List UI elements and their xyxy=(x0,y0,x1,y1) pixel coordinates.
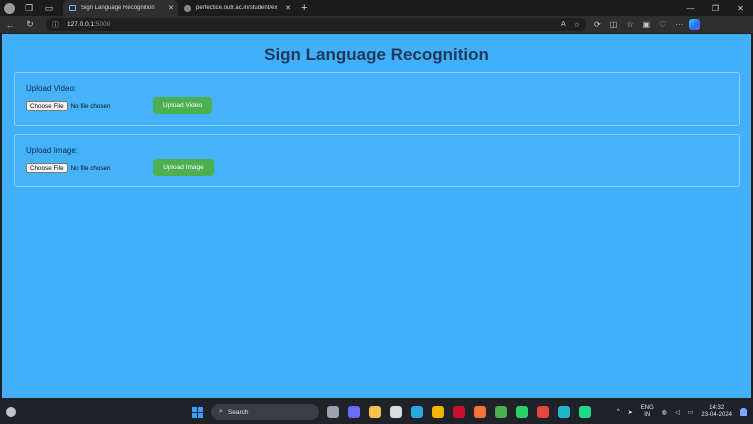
meet-app-icon[interactable] xyxy=(348,406,360,418)
tab-perfectice[interactable]: perfectice.outr.ac.in/student/ex ✕ xyxy=(178,0,295,16)
choose-image-file-button[interactable]: Choose File xyxy=(26,163,68,173)
clock-date: 23-04-2024 xyxy=(701,412,732,418)
minimize-icon[interactable]: — xyxy=(678,4,703,13)
upload-video-button[interactable]: Upload Video xyxy=(153,97,212,114)
address-host: 127.0.0.1: xyxy=(67,21,96,28)
search-icon: ⌕ xyxy=(219,408,223,415)
tab-title: Sign Language Recognition xyxy=(81,5,155,11)
upload-video-section: Upload Video: Choose File No file chosen… xyxy=(14,72,740,126)
chrome-icon[interactable] xyxy=(495,406,507,418)
address-port: 5000 xyxy=(95,21,111,28)
pycharm-icon[interactable] xyxy=(579,406,591,418)
tab-sign-language-recognition[interactable]: Sign Language Recognition ✕ xyxy=(63,0,178,16)
upload-video-label: Upload Video: xyxy=(26,84,77,93)
read-aloud-icon[interactable]: A xyxy=(561,21,566,29)
image-file-status: No file chosen xyxy=(70,164,111,172)
search-label: Search xyxy=(227,408,249,416)
maximize-icon[interactable]: ❐ xyxy=(703,4,728,13)
favorite-star-icon[interactable]: ☆ xyxy=(574,21,580,29)
close-tab-icon[interactable]: ✕ xyxy=(168,4,174,12)
address-bar[interactable]: ⓘ 127.0.0.1: 5000 A ☆ xyxy=(46,18,586,31)
tab-favicon-icon xyxy=(69,5,76,11)
language-code: ENG xyxy=(640,405,654,411)
new-tab-icon[interactable]: + xyxy=(301,2,307,14)
taskbar-apps xyxy=(327,406,591,418)
favorites-icon[interactable]: ☆ xyxy=(626,20,633,29)
extensions-icon[interactable]: ⟳ xyxy=(594,20,601,29)
firefox-icon[interactable] xyxy=(474,406,486,418)
battery-icon[interactable]: ▭ xyxy=(688,409,694,416)
page-title: Sign Language Recognition xyxy=(264,45,489,64)
site-info-icon[interactable]: ⓘ xyxy=(52,20,59,30)
edge-icon[interactable] xyxy=(558,406,570,418)
browser-toolbar: ← ↻ ⓘ 127.0.0.1: 5000 A ☆ ⟳ ◫ ☆ ▣ ♡ ··· xyxy=(0,16,753,33)
network-icon[interactable]: ◍ xyxy=(662,409,667,416)
upload-image-label: Upload Image: xyxy=(26,146,79,155)
notification-bell-icon[interactable] xyxy=(740,408,747,416)
page-viewport: Sign Language Recognition Upload Video: … xyxy=(2,34,751,398)
back-arrow-icon[interactable]: ← xyxy=(0,20,20,30)
taskbar-clock[interactable]: 14:32 23-04-2024 xyxy=(701,405,732,419)
profile-avatar-icon[interactable] xyxy=(4,2,15,14)
more-menu-icon[interactable]: ··· xyxy=(675,20,683,29)
mcafee-icon[interactable] xyxy=(453,406,465,418)
windows-taskbar: ⌕ Search ^ ➤ ENG IN ◍ ◁ ▭ 14:32 23-04-20… xyxy=(0,400,753,424)
volume-icon[interactable]: ◁ xyxy=(675,409,680,416)
copilot-icon[interactable] xyxy=(689,19,701,30)
image-file-input[interactable]: Choose File No file chosen xyxy=(26,163,111,173)
start-menu-icon[interactable] xyxy=(192,406,203,418)
show-hidden-icons-icon[interactable]: ^ xyxy=(617,409,620,415)
choose-video-file-button[interactable]: Choose File xyxy=(26,101,68,111)
split-screen-icon[interactable]: ◫ xyxy=(610,20,618,29)
chrome-profile-icon[interactable] xyxy=(537,406,549,418)
region-code: IN xyxy=(644,412,651,418)
close-window-icon[interactable]: ✕ xyxy=(728,4,753,13)
store-app-icon[interactable] xyxy=(390,406,402,418)
system-tray: ^ ➤ ENG IN ◍ ◁ ▭ 14:32 23-04-2024 xyxy=(617,405,753,419)
tab-actions-icon[interactable]: ▭ xyxy=(39,0,59,16)
upload-image-button[interactable]: Upload Image xyxy=(153,159,214,176)
video-file-input[interactable]: Choose File No file chosen xyxy=(26,101,111,111)
window-controls: — ❐ ✕ xyxy=(678,4,753,13)
weather-widget-icon[interactable] xyxy=(6,407,16,417)
tab-favicon-icon xyxy=(184,4,191,12)
upload-image-section: Upload Image: Choose File No file chosen… xyxy=(14,134,740,187)
task-view-icon[interactable] xyxy=(327,406,339,418)
mail-app-icon[interactable] xyxy=(411,406,423,418)
workspaces-icon[interactable]: ❐ xyxy=(19,0,39,16)
location-icon[interactable]: ➤ xyxy=(628,409,633,416)
clock-time: 14:32 xyxy=(709,405,725,411)
input-language-indicator[interactable]: ENG IN xyxy=(641,405,654,419)
photos-app-icon[interactable] xyxy=(432,406,444,418)
browser-tab-strip: ❐ ▭ Sign Language Recognition ✕ perfecti… xyxy=(0,0,753,16)
tab-title: perfectice.outr.ac.in/student/ex xyxy=(196,5,278,11)
taskbar-search[interactable]: ⌕ Search xyxy=(211,404,319,420)
whatsapp-icon[interactable] xyxy=(516,406,528,418)
close-tab-icon[interactable]: ✕ xyxy=(285,4,291,12)
collections-icon[interactable]: ▣ xyxy=(642,20,650,29)
video-file-status: No file chosen xyxy=(70,102,111,110)
file-explorer-icon[interactable] xyxy=(369,406,381,418)
refresh-icon[interactable]: ↻ xyxy=(20,19,40,30)
browser-essentials-icon[interactable]: ♡ xyxy=(659,20,666,29)
